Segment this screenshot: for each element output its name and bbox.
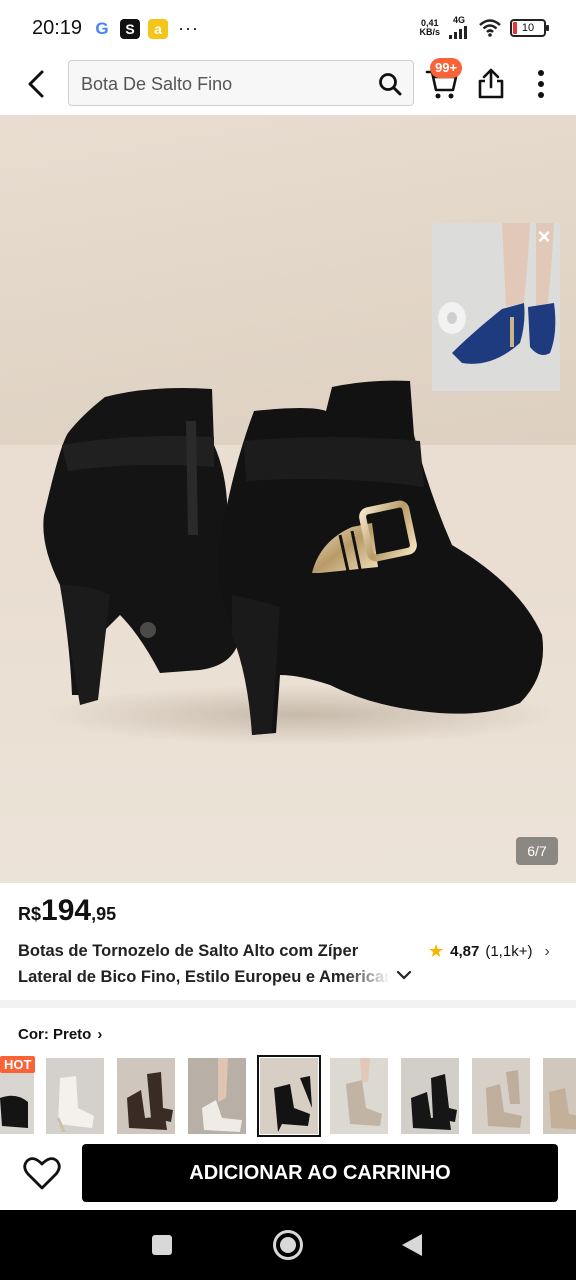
hot-badge: HOT (0, 1056, 36, 1073)
expand-title-chevron-icon[interactable] (396, 967, 412, 983)
a-app-icon: a (148, 18, 168, 39)
system-navigation-bar (0, 1210, 576, 1280)
google-app-icon: G (95, 18, 109, 38)
status-bar: 20:19 G S a ··· 0,41 KB/s 4G 10 (0, 0, 576, 58)
status-app-icons: G S a ··· (92, 18, 199, 39)
product-title-line-1: Botas de Tornozelo de Salto Alto com Zíp… (18, 942, 359, 960)
product-title[interactable]: Botas de Tornozelo de Salto Alto com Zíp… (18, 938, 410, 998)
system-back-icon[interactable] (402, 1234, 422, 1256)
price-currency: R$ (18, 904, 42, 924)
color-swatch[interactable] (472, 1058, 530, 1134)
search-input[interactable]: Bota De Salto Fino (81, 74, 232, 95)
cart-count-badge: 99+ (430, 58, 463, 78)
product-title-line-2: Lateral de Bico Fino, Estilo Europeu e A… (18, 968, 390, 986)
battery-icon: 10 (510, 18, 549, 37)
search-icon[interactable] (377, 71, 403, 97)
review-count: (1,1k+) (485, 943, 533, 960)
more-notifications-icon: ··· (178, 18, 199, 38)
color-swatch[interactable] (330, 1058, 388, 1134)
color-swatch-selected[interactable] (257, 1055, 321, 1137)
back-arrow-icon[interactable] (20, 66, 56, 102)
home-icon[interactable] (273, 1230, 303, 1260)
network-speed: 0,41 KB/s (419, 18, 440, 37)
share-icon[interactable] (476, 66, 506, 100)
color-swatch[interactable] (46, 1058, 104, 1134)
color-swatch-list: HOT (0, 1055, 576, 1137)
floating-video-thumbnail[interactable]: × (432, 223, 560, 391)
star-icon: ★ (428, 941, 445, 961)
color-swatch[interactable] (188, 1058, 246, 1134)
product-price: R$ 194 ,95 (18, 894, 116, 928)
top-app-bar: Bota De Salto Fino 99+ (0, 58, 576, 114)
status-time: 20:19 (32, 17, 83, 39)
app-screen: 20:19 G S a ··· 0,41 KB/s 4G 10 Bota De … (0, 0, 576, 1280)
image-page-indicator: 6/7 (516, 837, 558, 865)
network-type: 4G (452, 15, 465, 25)
bottom-action-bar: ADICIONAR AO CARRINHO (0, 1138, 576, 1210)
color-swatch[interactable] (401, 1058, 459, 1134)
color-selector-label[interactable]: Cor: Preto › (18, 1026, 102, 1043)
add-to-cart-button[interactable]: ADICIONAR AO CARRINHO (82, 1144, 558, 1202)
chevron-right-icon: › (544, 942, 550, 960)
section-divider (0, 1000, 576, 1008)
wishlist-heart-icon[interactable] (22, 1154, 62, 1194)
color-swatch[interactable] (543, 1058, 576, 1134)
wifi-icon (479, 18, 501, 37)
signal-bars-icon (449, 26, 467, 39)
signal-icon: 4G (448, 16, 470, 39)
status-right: 0,41 KB/s 4G 10 (419, 16, 549, 39)
rating-score: 4,87 (450, 943, 480, 960)
more-options-icon[interactable] (528, 66, 554, 102)
color-swatch[interactable] (117, 1058, 175, 1134)
product-rating[interactable]: ★ 4,87 (1,1k+) › (428, 941, 550, 962)
search-bar[interactable]: Bota De Salto Fino (68, 60, 414, 106)
price-cents: ,95 (91, 904, 117, 924)
s-app-icon: S (120, 18, 140, 39)
close-video-icon[interactable]: × (534, 226, 554, 248)
price-main: 194 (41, 894, 92, 927)
color-label-text: Cor: Preto (18, 1026, 92, 1043)
chevron-right-icon: › (97, 1026, 103, 1043)
recent-apps-icon[interactable] (152, 1235, 172, 1255)
product-image-gallery[interactable]: × 6/7 (0, 115, 576, 883)
net-speed-unit: KB/s (419, 26, 440, 37)
battery-level: 10 (521, 21, 535, 34)
